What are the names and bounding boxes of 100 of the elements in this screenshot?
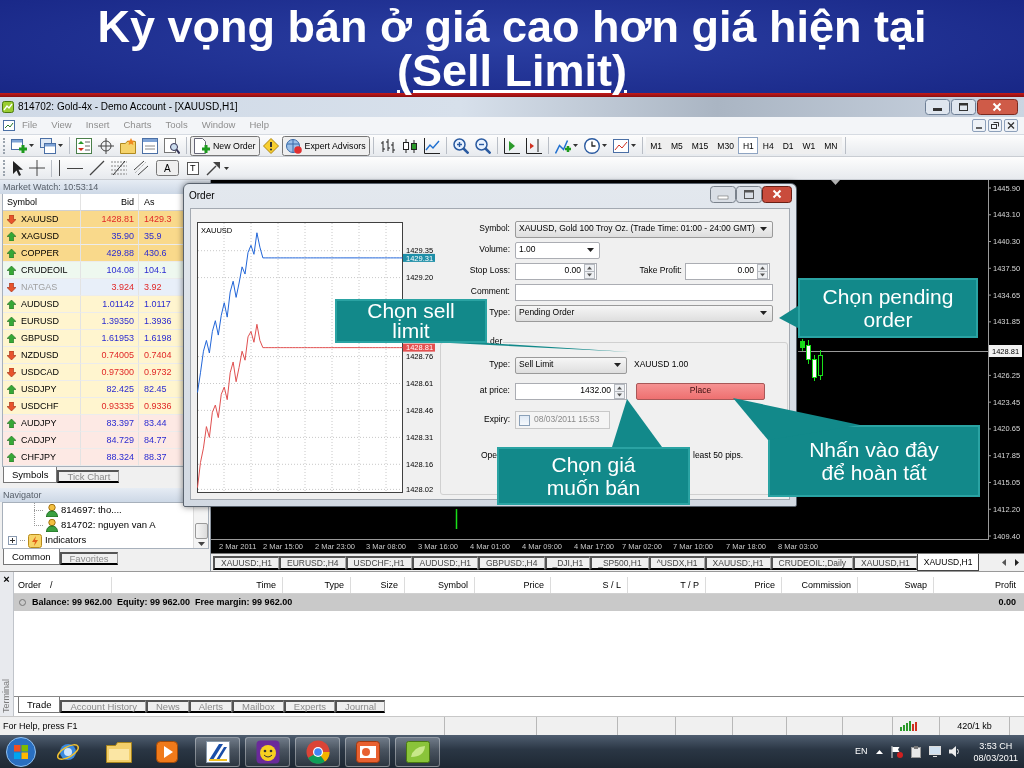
caret-icon[interactable] <box>572 144 578 147</box>
taskbar-button[interactable] <box>195 736 240 767</box>
diagonal-arrow-icon[interactable] <box>205 160 222 176</box>
level-lines-icon[interactable] <box>111 160 127 176</box>
dropdown-arrow-icon[interactable] <box>760 311 767 315</box>
timeframe-button[interactable]: H1 <box>738 137 759 154</box>
timeframe-button[interactable]: H4 <box>758 137 779 154</box>
chart-tab[interactable]: _DJI,H1 <box>544 556 591 570</box>
panel-tab[interactable]: Symbols <box>3 467 58 483</box>
new-order-button[interactable]: New Order <box>190 135 260 156</box>
clock-date[interactable]: 08/03/2011 <box>973 751 1018 764</box>
timeframe-button[interactable]: W1 <box>798 137 820 154</box>
column-header[interactable]: Commission <box>801 579 851 591</box>
spinner-icon[interactable] <box>757 263 768 279</box>
dropdown-arrow-icon[interactable] <box>760 227 767 231</box>
caret-icon[interactable] <box>601 144 607 147</box>
play-icon[interactable] <box>156 740 178 763</box>
chart-tab[interactable]: XAUUSD,H1 <box>916 554 980 571</box>
column-header[interactable]: Size <box>380 579 398 591</box>
caret-icon[interactable] <box>29 144 34 147</box>
caret-icon[interactable] <box>223 166 229 170</box>
candlestick-icon[interactable] <box>401 137 418 154</box>
chart-tab[interactable]: CRUDEOIL:,Daily <box>770 556 854 570</box>
minimize-icon[interactable] <box>972 119 986 132</box>
taskbar-button[interactable] <box>245 736 290 767</box>
tree-item[interactable]: 814702: nguyen van A <box>61 520 156 531</box>
speaker-icon[interactable] <box>948 746 960 757</box>
volume-dropdown[interactable]: 1.00 <box>515 241 600 259</box>
dropdown-arrow-icon[interactable] <box>614 363 621 367</box>
line-plus-icon[interactable] <box>554 137 571 154</box>
maximize-icon[interactable] <box>951 99 976 115</box>
column-header[interactable]: Profit <box>995 579 1016 591</box>
column-header[interactable]: Price <box>523 579 544 591</box>
take-profit-field[interactable]: 0.00 <box>685 262 770 280</box>
minimize-icon[interactable] <box>925 99 950 115</box>
quote-list-icon[interactable] <box>76 137 92 154</box>
tree-item[interactable]: Indicators <box>45 535 87 546</box>
close-icon[interactable] <box>762 186 792 203</box>
folder-icon[interactable] <box>106 740 132 763</box>
chart-tab[interactable]: USDCHF:,H1 <box>345 556 412 570</box>
taskbar-button[interactable] <box>395 736 440 767</box>
window-plus-icon[interactable] <box>11 137 27 154</box>
horizontal-line-icon[interactable] <box>67 166 83 170</box>
symbol-dropdown[interactable]: XAUUSD, Gold 100 Troy Oz. (Trade Time: 01:00 - 24:00 GMT) <box>515 220 773 238</box>
tree-item[interactable]: 814697: tho.... <box>61 505 122 516</box>
vertical-line-icon[interactable] <box>58 160 61 176</box>
order-type-dropdown[interactable]: Pending Order <box>515 304 773 322</box>
caret-icon[interactable] <box>58 144 63 147</box>
chart-tab[interactable]: XAUUSD:,H1 <box>213 556 279 570</box>
start-orb-icon[interactable] <box>6 736 36 767</box>
place-button[interactable]: Place <box>636 382 765 400</box>
caret-up-icon[interactable] <box>875 749 883 754</box>
scroll-left-icon[interactable] <box>1002 558 1006 566</box>
chart-tab[interactable]: ^USDX,H1 <box>648 556 705 570</box>
document-magnifier-icon[interactable] <box>164 137 180 154</box>
taskbar-button[interactable] <box>345 736 390 767</box>
trend-line-icon[interactable] <box>89 160 105 176</box>
cursor-icon[interactable] <box>11 160 23 176</box>
axis-marker-icon[interactable] <box>525 137 542 154</box>
clock-icon[interactable] <box>583 137 600 154</box>
timeframe-button[interactable]: MN <box>819 137 842 154</box>
caret-icon[interactable] <box>630 144 636 147</box>
comment-field[interactable] <box>515 283 773 301</box>
stop-loss-field[interactable]: 0.00 <box>515 262 597 280</box>
column-header[interactable]: Order <box>18 579 41 591</box>
chart-tab[interactable]: XAUUSD,H1 <box>853 556 917 570</box>
warning-diamond-icon[interactable] <box>262 137 279 154</box>
panel-tab[interactable]: Trade <box>18 697 61 713</box>
spinner-icon[interactable] <box>614 383 625 399</box>
triangle-marker-icon[interactable] <box>831 180 840 185</box>
folder-star-icon[interactable] <box>120 137 136 154</box>
column-header[interactable]: Swap <box>904 579 927 591</box>
axis-play-icon[interactable] <box>503 137 520 154</box>
zoom-out-icon[interactable] <box>474 137 491 154</box>
timeframe-button[interactable]: M15 <box>687 137 713 154</box>
column-header[interactable]: As <box>144 196 155 208</box>
clipboard-icon[interactable] <box>910 745 921 758</box>
flag-icon[interactable] <box>890 745 903 758</box>
windows-stack-icon[interactable] <box>40 137 56 154</box>
pending-type-dropdown[interactable]: Sell Limit <box>515 356 627 374</box>
column-header[interactable]: Symbol <box>438 579 468 591</box>
bar-chart-icon[interactable] <box>379 137 396 154</box>
parallel-lines-icon[interactable] <box>133 160 149 176</box>
column-header[interactable]: Bid <box>121 196 134 208</box>
chart-window-icon[interactable] <box>3 120 15 131</box>
column-header[interactable]: Price <box>754 579 775 591</box>
panel-tab[interactable]: Common <box>3 549 60 565</box>
monitor-icon[interactable] <box>928 746 941 757</box>
column-header[interactable]: Time <box>256 579 276 591</box>
crosshair-circle-icon[interactable] <box>98 137 114 154</box>
column-header[interactable]: S / L <box>602 579 621 591</box>
chart-tab[interactable]: _SP500,H1 <box>590 556 649 570</box>
expiry-checkbox[interactable] <box>519 414 530 426</box>
close-icon[interactable] <box>1004 119 1018 132</box>
column-header[interactable]: Symbol <box>7 196 37 208</box>
column-header[interactable]: T / P <box>680 579 699 591</box>
close-icon[interactable] <box>977 99 1018 115</box>
text-label-tool-button[interactable]: T <box>186 161 199 175</box>
zoom-in-icon[interactable] <box>452 137 469 154</box>
chart-tab[interactable]: AUDUSD:,H1 <box>411 556 478 570</box>
